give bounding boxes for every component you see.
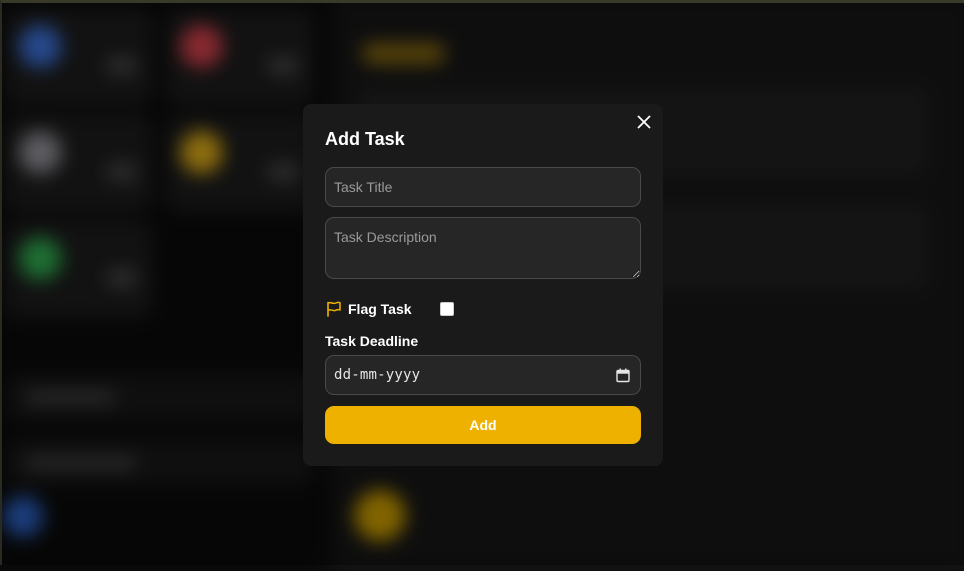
task-deadline-value: dd-mm-yyyy	[334, 367, 421, 383]
flag-icon	[327, 301, 341, 317]
task-deadline-input[interactable]: dd-mm-yyyy	[325, 355, 641, 395]
task-deadline-label: Task Deadline	[325, 333, 419, 349]
task-description-input[interactable]	[325, 217, 641, 279]
close-button[interactable]	[635, 113, 653, 131]
task-title-input[interactable]	[325, 167, 641, 207]
modal-title: Add Task	[325, 129, 405, 149]
add-task-modal: Add Task Flag Task Task Deadline dd-mm-y…	[303, 104, 663, 466]
calendar-icon[interactable]	[616, 368, 630, 383]
flag-task-row: Flag Task	[325, 298, 641, 320]
flag-task-label: Flag Task	[348, 301, 412, 317]
flag-task-checkbox[interactable]	[439, 302, 454, 316]
add-task-button[interactable]: Add	[325, 406, 641, 444]
close-icon	[637, 115, 651, 129]
